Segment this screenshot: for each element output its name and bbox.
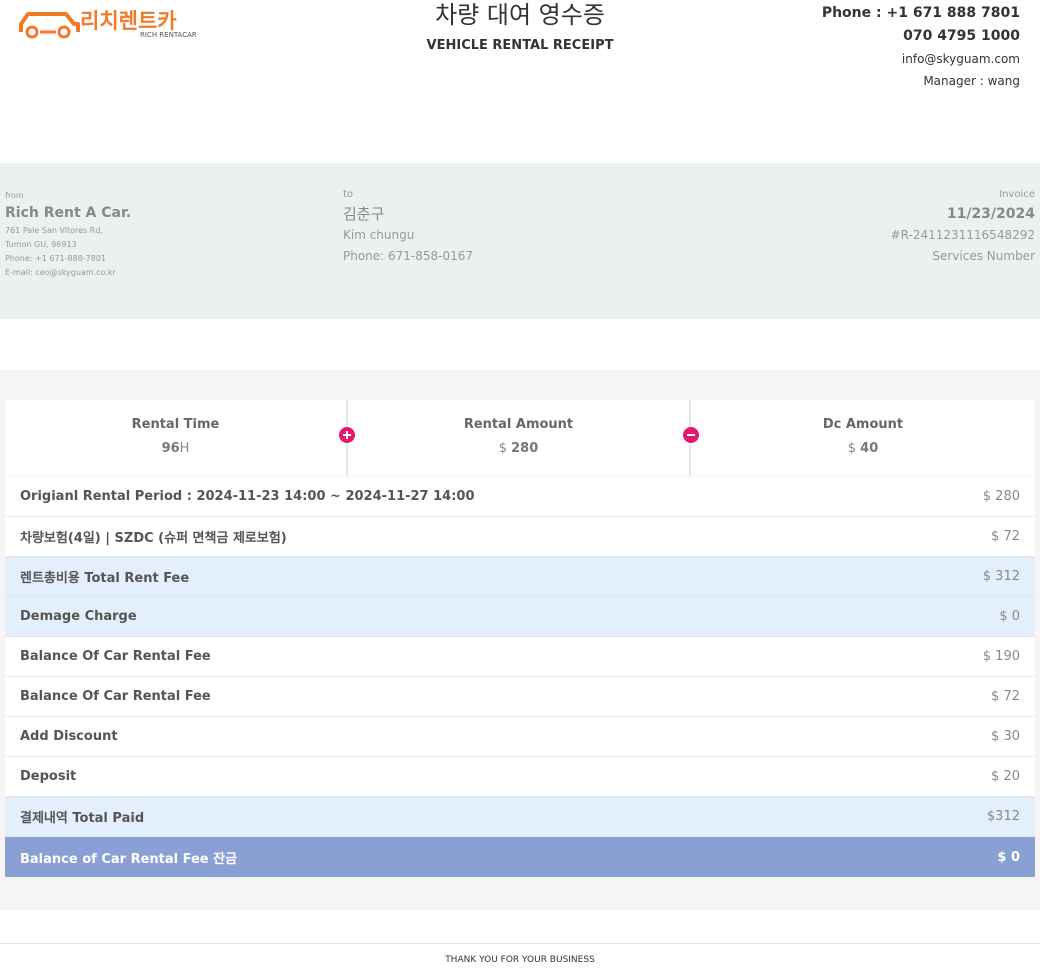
rental-time-cell: Rental Time 96H: [5, 400, 346, 476]
row-value: $ 72: [991, 689, 1020, 704]
invoice-label: Invoice: [999, 189, 1035, 200]
contact-phone: Phone : +1 671 888 7801: [821, 5, 1020, 21]
row-value: $312: [986, 809, 1020, 824]
contact-email: info@skyguam.com: [901, 52, 1020, 66]
row-value: $ 312: [982, 569, 1020, 584]
table-row: 결제내역 Total Paid $312: [5, 797, 1035, 837]
to-name-korean: 김춘구: [343, 205, 385, 223]
invoice-date: 11/23/2024: [946, 206, 1035, 222]
dc-amount-cell: Dc Amount $ 40: [691, 400, 1035, 476]
table-row: Origianl Rental Period : 2024-11-23 14:0…: [5, 477, 1035, 517]
dc-amount-value: 40: [860, 441, 879, 456]
table-row: Deposit $ 20: [5, 757, 1035, 797]
from-email: E-mail: ceo@skyguam.co.kr: [5, 268, 116, 277]
dc-amount-currency: $: [847, 441, 857, 456]
from-label: from: [5, 191, 24, 200]
table-row: Balance Of Car Rental Fee $ 72: [5, 677, 1035, 717]
row-label: Origianl Rental Period : 2024-11-23 14:0…: [20, 489, 475, 504]
row-value: $ 20: [991, 769, 1020, 784]
footer-divider: [0, 943, 1040, 944]
row-label: 렌트총비용 Total Rent Fee: [20, 571, 190, 586]
invoice-block: Invoice 11/23/2024 #R-2411231116548292 S…: [891, 187, 1035, 267]
rental-time-unit: H: [179, 441, 190, 456]
row-label: Balance Of Car Rental Fee: [20, 689, 211, 704]
rental-time-value: 96: [161, 441, 180, 456]
footer-text: THANK YOU FOR YOUR BUSINESS: [445, 955, 595, 965]
rental-time-label: Rental Time: [131, 417, 220, 432]
row-label: Deposit: [20, 769, 77, 784]
table-row: 렌트총비용 Total Rent Fee $ 312: [5, 557, 1035, 597]
row-label: 차량보험(4일) | SZDC (슈퍼 면책금 제로보험): [20, 531, 287, 546]
from-city: Tumon GU, 96913: [5, 240, 77, 249]
rental-amount-value: 280: [511, 441, 539, 456]
balance-total-row: Balance of Car Rental Fee 잔금 $ 0: [5, 837, 1035, 877]
to-label: to: [343, 189, 354, 200]
row-label: Balance of Car Rental Fee 잔금: [20, 851, 238, 867]
row-label: Balance Of Car Rental Fee: [20, 649, 211, 664]
table-row: 차량보험(4일) | SZDC (슈퍼 면책금 제로보험) $ 72: [5, 517, 1035, 557]
row-value: $ 280: [982, 489, 1020, 504]
contact-manager: Manager : wang: [923, 74, 1020, 88]
from-name: Rich Rent A Car.: [5, 205, 132, 221]
row-value: $ 0: [999, 609, 1020, 624]
summary-bar: Rental Time 96H Rental Amount $ 280 Dc A…: [5, 400, 1035, 476]
from-block: from Rich Rent A Car. 761 Pale San Vitor…: [5, 190, 131, 280]
services-number-label: Services Number: [932, 249, 1035, 263]
to-phone: Phone: 671-858-0167: [343, 249, 474, 263]
from-address: 761 Pale San Vitores Rd,: [5, 226, 103, 235]
to-name-english: Kim chungu: [343, 228, 415, 242]
to-block: to 김춘구 Kim chungu Phone: 671-858-0167: [343, 187, 473, 267]
row-label: Demage Charge: [20, 609, 137, 624]
row-value: $ 72: [991, 529, 1020, 544]
dc-amount-label: Dc Amount: [822, 417, 904, 432]
table-row: Demage Charge $ 0: [5, 597, 1035, 637]
line-items: Origianl Rental Period : 2024-11-23 14:0…: [5, 477, 1035, 877]
rental-amount-cell: Rental Amount $ 280: [348, 400, 689, 476]
contact-block: Phone : +1 671 888 7801 070 4795 1000 in…: [822, 2, 1020, 92]
invoice-number: #R-2411231116548292: [890, 228, 1035, 242]
table-row: Balance Of Car Rental Fee $ 190: [5, 637, 1035, 677]
contact-phone-2: 070 4795 1000: [903, 28, 1020, 44]
from-phone: Phone: +1 671-888-7801: [5, 254, 107, 263]
row-label: 결제내역 Total Paid: [20, 811, 145, 826]
info-band: [0, 163, 1040, 319]
rental-amount-currency: $: [498, 441, 507, 456]
row-value: $ 30: [991, 729, 1020, 744]
row-value: $ 190: [982, 649, 1020, 664]
table-row: Add Discount $ 30: [5, 717, 1035, 757]
row-value: $ 0: [997, 849, 1020, 865]
rental-amount-label: Rental Amount: [463, 417, 574, 432]
row-label: Add Discount: [20, 729, 118, 744]
